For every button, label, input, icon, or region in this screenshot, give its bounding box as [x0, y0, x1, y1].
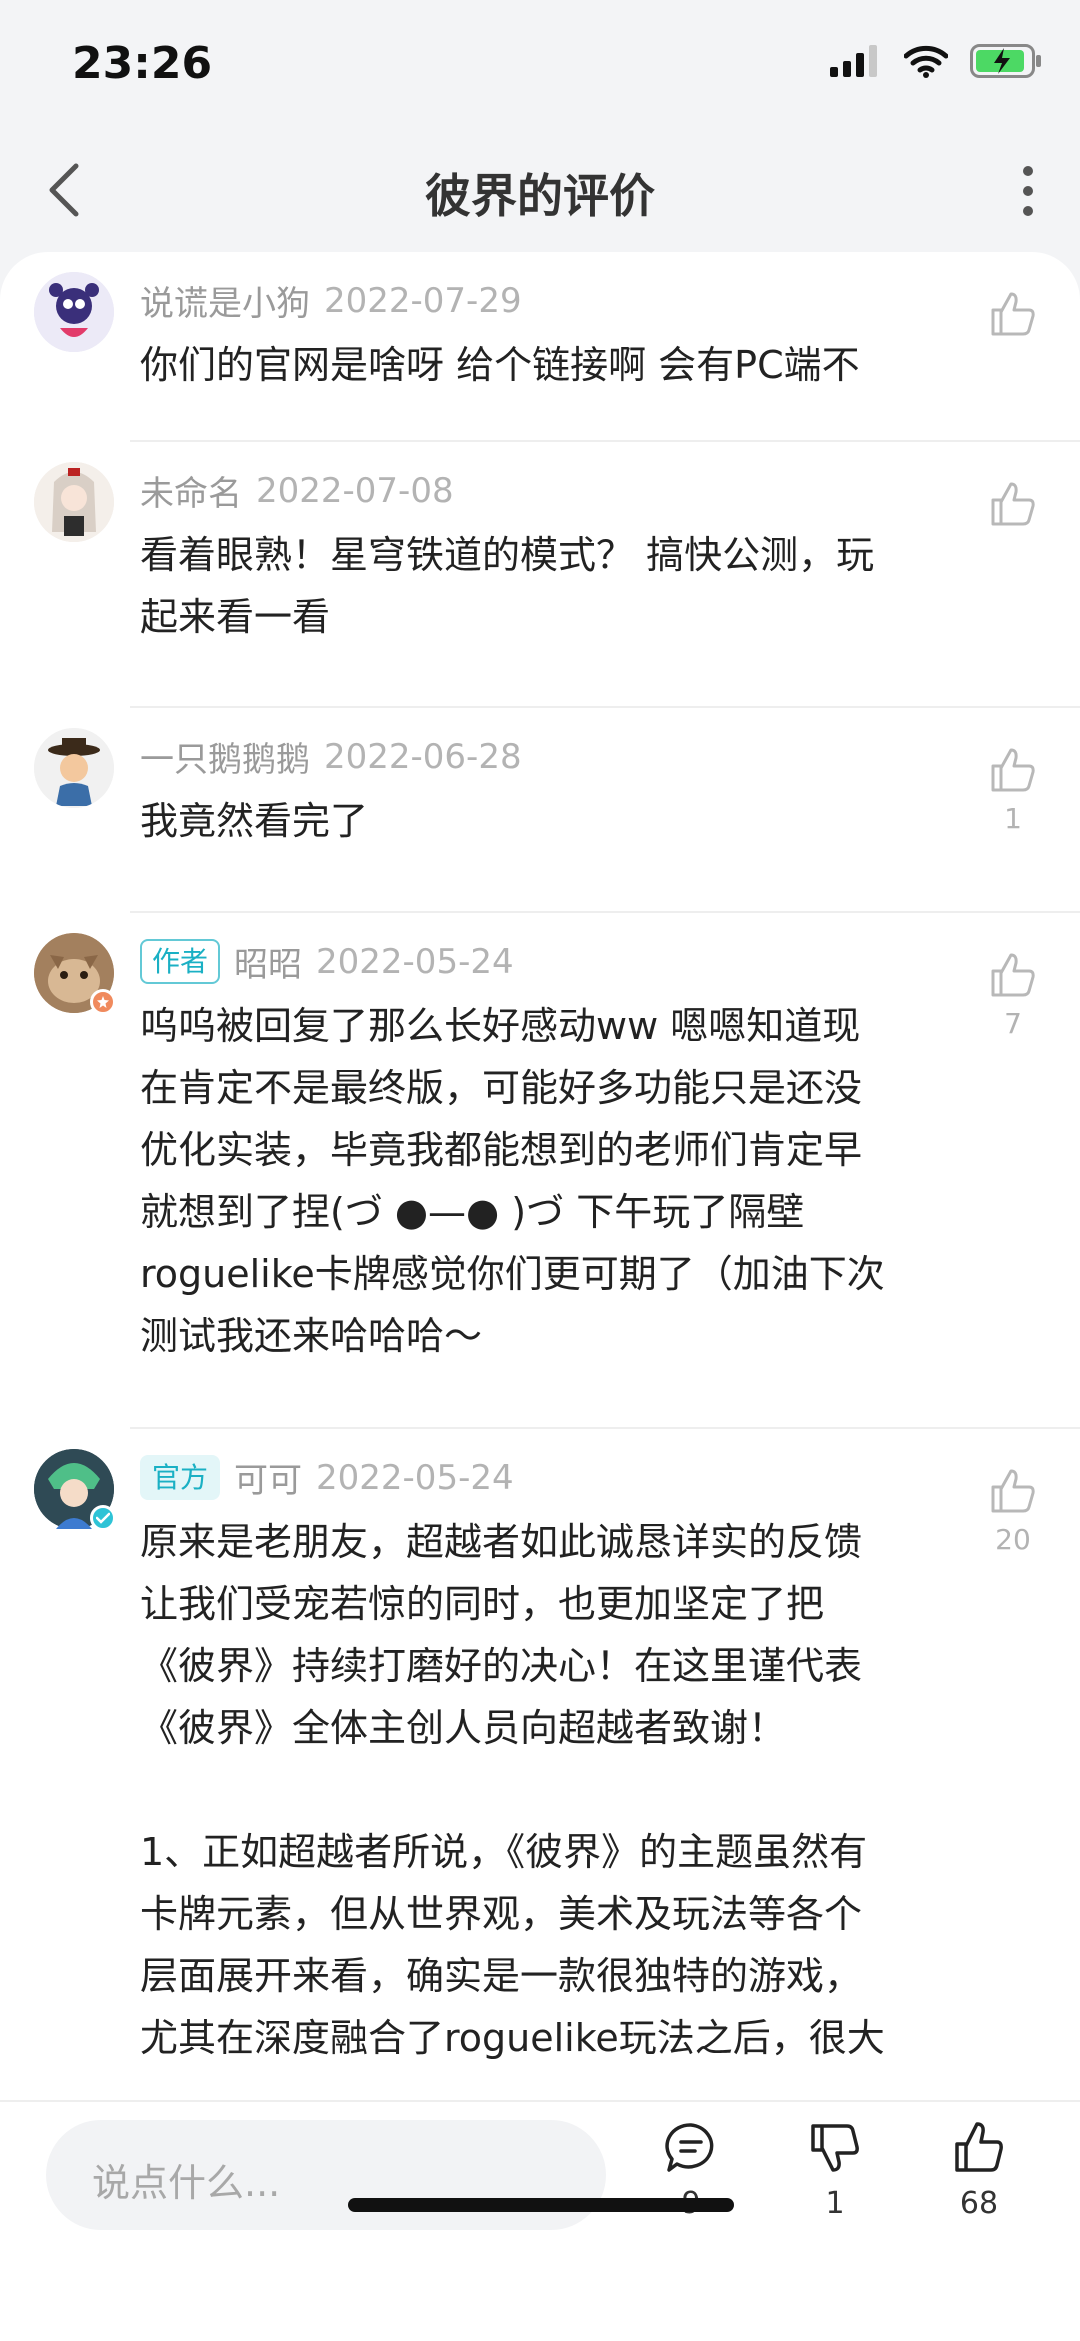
home-indicator[interactable] [348, 2198, 734, 2212]
like-count: 7 [1004, 1007, 1022, 1040]
official-tag: 官方 [140, 1454, 221, 1501]
comment-meta: 官方 可可 2022-05-24 [140, 1453, 514, 1502]
avatar-image-icon [34, 272, 114, 352]
user-name[interactable]: 未命名 [140, 466, 242, 515]
comment-text: 原来是老朋友，超越者如此诚恳详实的反馈 让我们受宠若惊的同时，也更加坚定了把 《… [140, 1520, 885, 2060]
like-button[interactable]: 7 [978, 949, 1048, 1040]
comment-meta: 未命名 2022-07-08 [140, 466, 454, 515]
thumbs-up-icon [991, 1469, 1035, 1513]
thumbs-up-icon [991, 482, 1035, 526]
comment-text: 我竟然看完了 [140, 799, 369, 843]
dot-icon [1023, 206, 1033, 216]
like-count: 20 [995, 1523, 1031, 1556]
author-tag: 作者 [140, 938, 221, 985]
page-title: 彼界的评价 [425, 169, 655, 223]
like-count: 1 [1004, 802, 1022, 835]
comment-item: 官方 可可 2022-05-24 原来是老朋友，超越者如此诚恳详实的反馈 让我们… [0, 1429, 1080, 2100]
status-icons [830, 44, 1042, 78]
avatar[interactable] [34, 933, 116, 1015]
like-button[interactable]: 1 [978, 744, 1048, 835]
status-bar: 23:26 [0, 0, 1080, 130]
user-name[interactable]: 一只鹅鹅鹅 [140, 732, 310, 781]
like-button[interactable] [978, 478, 1048, 536]
dot-icon [1023, 166, 1033, 176]
thumbs-up-icon [955, 2122, 1003, 2172]
thumbs-down-icon [811, 2124, 859, 2172]
user-name[interactable]: 可可 [234, 1453, 302, 1502]
avatar[interactable] [34, 272, 114, 352]
comment-date: 2022-05-24 [316, 1457, 514, 1498]
user-name[interactable]: 昭昭 [234, 937, 302, 986]
comment-icon [665, 2123, 714, 2172]
avatar[interactable] [34, 1449, 116, 1531]
comment-date: 2022-07-08 [256, 470, 454, 511]
like-total-button[interactable]: 68 [934, 2120, 1024, 2221]
like-button[interactable]: 20 [978, 1465, 1048, 1556]
author-badge-icon [90, 989, 116, 1015]
dislike-count: 1 [825, 2186, 845, 2221]
dot-icon [1023, 186, 1033, 196]
nav-bar: 彼界的评价 [0, 130, 1080, 250]
comment-list[interactable]: 说谎是小狗 2022-07-29 你们的官网是啥呀 给个链接啊 会有PC端不 未… [0, 252, 1080, 2100]
comment-input-placeholder: 说点什么... [92, 2161, 281, 2205]
comment-meta: 说谎是小狗 2022-07-29 [140, 276, 522, 325]
like-total-count: 68 [959, 2186, 999, 2221]
like-button[interactable] [978, 288, 1048, 346]
avatar[interactable] [34, 728, 114, 808]
thumbs-up-icon [991, 292, 1035, 336]
thumbs-up-icon [991, 748, 1035, 792]
avatar[interactable] [34, 462, 114, 542]
comment-date: 2022-05-24 [316, 941, 514, 982]
status-time: 23:26 [72, 38, 213, 89]
comment-item: 未命名 2022-07-08 看着眼熟！星穹铁道的模式？ 搞快公测，玩 起来看一… [0, 442, 1080, 708]
dislike-button[interactable]: 1 [790, 2120, 880, 2221]
comment-date: 2022-06-28 [324, 736, 522, 777]
comment-text: 看着眼熟！星穹铁道的模式？ 搞快公测，玩 起来看一看 [140, 533, 875, 639]
avatar-image-icon [34, 462, 114, 542]
comment-item: 作者 昭昭 2022-05-24 呜呜被回复了那么长好感动ww 嗯嗯知道现 在肯… [0, 913, 1080, 1429]
avatar-image-icon [34, 728, 114, 808]
verified-badge-icon [90, 1505, 116, 1531]
comment-meta: 一只鹅鹅鹅 2022-06-28 [140, 732, 522, 781]
comment-item: 一只鹅鹅鹅 2022-06-28 我竟然看完了 1 [0, 708, 1080, 913]
comment-date: 2022-07-29 [324, 280, 522, 321]
comment-input[interactable]: 说点什么... [46, 2120, 606, 2230]
wifi-icon [904, 45, 948, 78]
comment-item: 说谎是小狗 2022-07-29 你们的官网是啥呀 给个链接啊 会有PC端不 [0, 252, 1080, 442]
user-name[interactable]: 说谎是小狗 [140, 276, 310, 325]
bottom-action-bar: 说点什么... 9 1 68 [0, 2100, 1080, 2341]
comment-meta: 作者 昭昭 2022-05-24 [140, 937, 514, 986]
comment-text: 呜呜被回复了那么长好感动ww 嗯嗯知道现 在肯定不是最终版，可能好多功能只是还没… [140, 1004, 885, 1358]
more-options-button[interactable] [1016, 166, 1040, 216]
comment-text: 你们的官网是啥呀 给个链接啊 会有PC端不 [140, 343, 860, 387]
battery-icon [970, 44, 1041, 78]
signal-icon [830, 45, 877, 77]
thumbs-up-icon [991, 953, 1035, 997]
